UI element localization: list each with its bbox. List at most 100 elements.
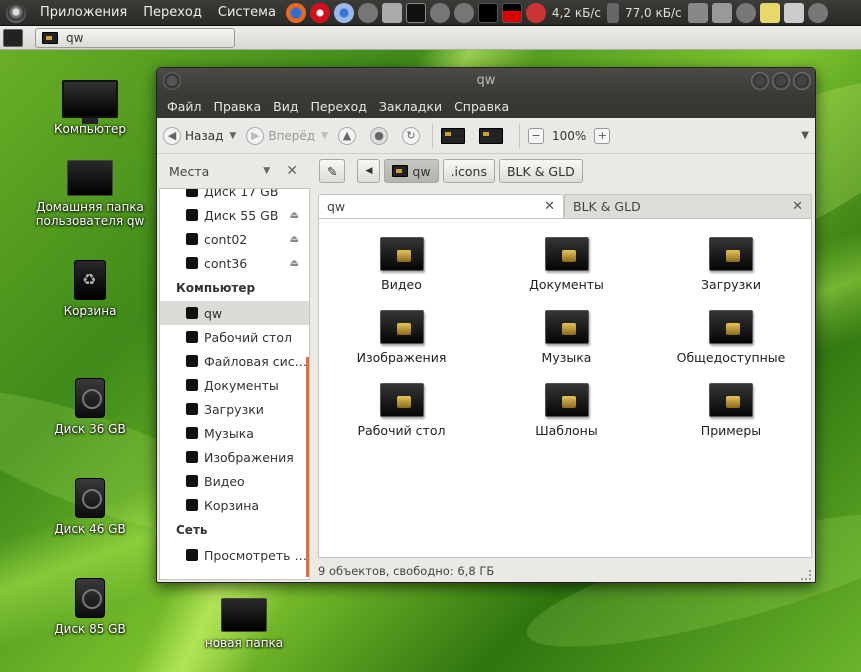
close-icon[interactable] (793, 72, 811, 90)
menu-bookmarks[interactable]: Закладки (373, 99, 448, 114)
eject-icon[interactable]: ⏏ (290, 210, 299, 221)
notes-icon[interactable] (759, 2, 780, 23)
sidebar-type-select[interactable]: Места (169, 164, 209, 179)
tab-qw[interactable]: qw ✕ (318, 194, 564, 218)
sidebar-item-disk17[interactable]: Диск 17 GB (160, 189, 309, 203)
sidebar-item-cont02[interactable]: cont02 ⏏ (160, 227, 309, 251)
sidebar-item-music[interactable]: Музыка (160, 421, 309, 445)
sidebar-item-downloads[interactable]: Загрузки (160, 397, 309, 421)
sidebar-item-pictures[interactable]: Изображения (160, 445, 309, 469)
window-titlebar[interactable]: qw (157, 68, 815, 94)
ubuntu-logo-icon[interactable] (6, 2, 26, 23)
path-segment-icons[interactable]: .icons (442, 159, 495, 183)
back-history-dropdown-icon[interactable]: ▼ (229, 131, 236, 141)
toolbar-overflow-icon[interactable]: ▼ (801, 130, 809, 141)
back-button[interactable]: ◀ Назад (163, 126, 223, 145)
settings-icon[interactable] (429, 2, 450, 23)
desktop-icon-computer[interactable]: Компьютер (30, 80, 150, 136)
taskbar-window-button[interactable]: qw (35, 27, 235, 48)
sidebar-item-documents[interactable]: Документы (160, 373, 309, 397)
sidebar-item-disk55[interactable]: Диск 55 GB ⏏ (160, 203, 309, 227)
file-item-templates[interactable]: Шаблоны (484, 379, 649, 438)
menu-help[interactable]: Справка (448, 99, 515, 114)
file-item-documents[interactable]: Документы (484, 233, 649, 292)
path-scroll-left-button[interactable]: ◀ (357, 159, 381, 183)
home-folder-icon (186, 307, 198, 319)
sidebar-item-home[interactable]: qw (160, 301, 309, 325)
stop-icon[interactable]: ● (370, 126, 389, 145)
show-desktop-icon[interactable] (3, 28, 23, 47)
edit-location-button[interactable]: ✎ (319, 159, 346, 183)
sidebar-item-trash[interactable]: Корзина (160, 493, 309, 517)
user-icon[interactable] (711, 2, 732, 23)
desktop-icon-home[interactable]: Домашняя папка пользователя qw (30, 160, 150, 228)
menu-system[interactable]: Система (210, 5, 284, 20)
settings-icon[interactable] (735, 2, 756, 23)
tab-bar: qw ✕ BLK & GLD ✕ (318, 194, 812, 218)
file-item-downloads[interactable]: Загрузки (649, 233, 813, 292)
desktop-icon-label: Диск 85 GB (54, 622, 126, 636)
menu-file[interactable]: Файл (161, 99, 208, 114)
path-segment-blk-gld[interactable]: BLK & GLD (498, 159, 583, 183)
settings-icon[interactable] (807, 2, 828, 23)
file-item-desktop[interactable]: Рабочий стол (319, 379, 484, 438)
opera-icon[interactable] (309, 2, 330, 23)
desktop-icon-disk36[interactable]: Диск 36 GB (30, 378, 150, 436)
file-item-music[interactable]: Музыка (484, 306, 649, 365)
menu-edit[interactable]: Правка (208, 99, 268, 114)
menu-applications[interactable]: Приложения (32, 5, 135, 20)
sidebar-item-cont36[interactable]: cont36 ⏏ (160, 251, 309, 275)
terminal-icon[interactable] (405, 2, 426, 23)
sidebar-scrollbar[interactable] (306, 357, 309, 577)
status-bar: 9 объектов, свободно: 6,8 ГБ (318, 562, 812, 580)
sidebar-item-filesystem[interactable]: Файловая сис… (160, 349, 309, 373)
eject-icon[interactable]: ⏏ (290, 234, 299, 245)
forward-history-dropdown-icon[interactable]: ▼ (321, 131, 328, 141)
tab-blk-gld[interactable]: BLK & GLD ✕ (564, 194, 812, 218)
home-icon[interactable] (441, 127, 466, 144)
desktop-icon-disk85[interactable]: Диск 85 GB (30, 578, 150, 636)
desktop-icon-disk46[interactable]: Диск 46 GB (30, 478, 150, 536)
window-menu-icon[interactable] (163, 72, 181, 90)
desktop-icon-new-folder[interactable]: новая папка (184, 598, 304, 650)
file-item-public[interactable]: Общедоступные (649, 306, 813, 365)
menu-places[interactable]: Переход (135, 5, 210, 20)
clipboard-icon[interactable] (783, 2, 804, 23)
download-speed: 4,2 кБ/с (551, 5, 601, 20)
file-item-pictures[interactable]: Изображения (319, 306, 484, 365)
volume-icon[interactable] (687, 2, 708, 23)
computer-icon[interactable] (479, 127, 504, 144)
sidebar-item-browse-network[interactable]: Просмотреть … (160, 543, 309, 567)
file-label: Документы (529, 277, 604, 292)
phone-icon[interactable] (525, 2, 546, 23)
file-item-videos[interactable]: Видео (319, 233, 484, 292)
settings-icon[interactable] (357, 2, 378, 23)
menu-view[interactable]: Вид (267, 99, 304, 114)
file-item-examples[interactable]: Примеры (649, 379, 813, 438)
network-icon (606, 2, 619, 23)
sidebar-close-icon[interactable]: ✕ (286, 163, 298, 179)
zoom-out-button[interactable]: − (528, 127, 545, 144)
settings-icon[interactable] (453, 2, 474, 23)
arrow-up-icon[interactable]: ▲ (338, 126, 357, 145)
menu-go[interactable]: Переход (304, 99, 372, 114)
chevron-down-icon[interactable]: ▼ (263, 166, 270, 176)
reload-icon[interactable]: ↻ (402, 126, 421, 145)
sidebar-item-videos[interactable]: Видео (160, 469, 309, 493)
chromium-icon[interactable] (333, 2, 354, 23)
resize-grip-icon[interactable] (801, 570, 811, 580)
zoom-in-button[interactable]: + (594, 127, 611, 144)
path-segment-home[interactable]: qw (384, 159, 439, 183)
chevron-left-icon: ◀ (365, 166, 373, 176)
minimize-icon[interactable] (751, 72, 769, 90)
maximize-icon[interactable] (772, 72, 790, 90)
sidebar-item-label: Диск 55 GB (204, 207, 279, 223)
eject-icon[interactable]: ⏏ (290, 258, 299, 269)
close-tab-icon[interactable]: ✕ (544, 199, 555, 214)
close-tab-icon[interactable]: ✕ (792, 199, 803, 214)
forward-button[interactable]: ▶ Вперёд (246, 126, 315, 145)
desktop-icon-trash[interactable]: Корзина (30, 260, 150, 318)
firefox-icon[interactable] (285, 2, 306, 23)
save-icon[interactable] (381, 2, 402, 23)
sidebar-item-desktop[interactable]: Рабочий стол (160, 325, 309, 349)
